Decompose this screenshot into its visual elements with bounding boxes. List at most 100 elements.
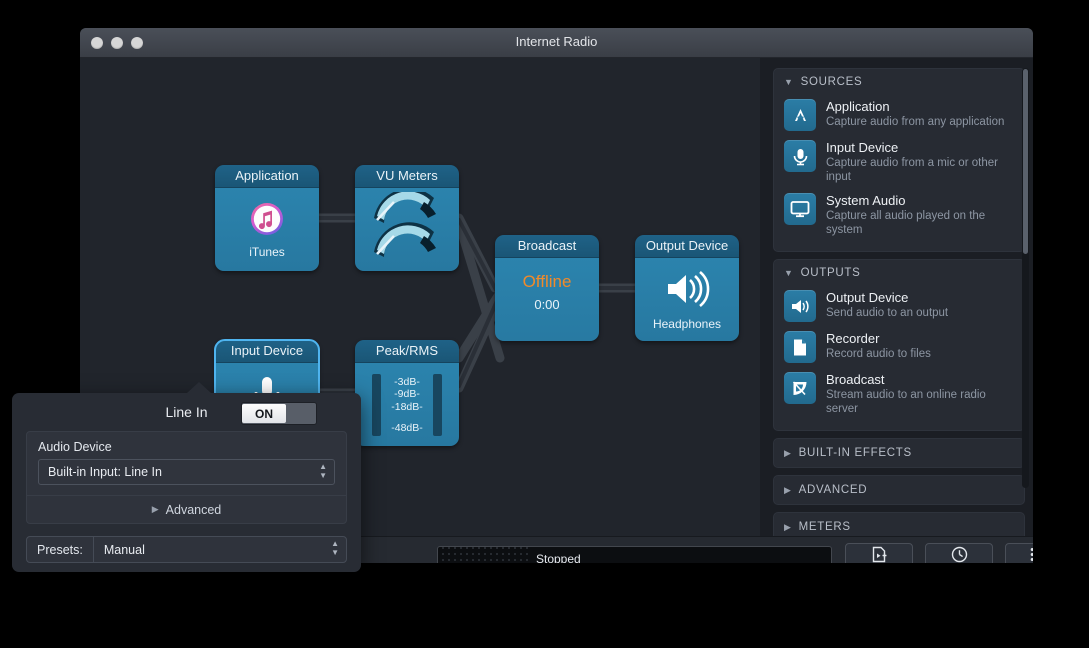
sidebar-section-sources-title: SOURCES	[800, 76, 863, 88]
sidebar-section-outputs: ▼ OUTPUTS Output Device Send audio to an…	[773, 259, 1025, 431]
sidebar-section-advanced-header[interactable]: ▶ ADVANCED	[774, 476, 1024, 504]
list-item-title: Broadcast	[826, 372, 885, 387]
presets-value: Manual	[103, 542, 145, 557]
sidebar-section-outputs-title: OUTPUTS	[800, 267, 861, 279]
recordings-button[interactable]: Recordings	[845, 543, 913, 563]
presets-row: Presets: Manual ▲ ▼	[26, 536, 347, 563]
list-item-title: Recorder	[826, 331, 880, 346]
list-item[interactable]: Output Device Send audio to an output	[784, 286, 1014, 327]
clock-icon	[951, 546, 968, 563]
recordings-icon	[871, 546, 888, 563]
sidebar-section-advanced[interactable]: ▶ ADVANCED	[773, 475, 1025, 505]
audio-device-label: Audio Device	[38, 440, 112, 454]
advanced-label: Advanced	[165, 502, 222, 517]
audio-device-select[interactable]: Built-in Input: Line In ▲ ▼	[38, 459, 335, 485]
node-input-device-title: Input Device	[215, 340, 319, 363]
broadcast-elapsed: 0:00	[534, 297, 560, 312]
vu-meter-icon	[368, 187, 446, 269]
node-peak-rms-title: Peak/RMS	[355, 340, 459, 363]
peak-rms-label-2: -18dB-	[391, 400, 423, 413]
line-in-popover: Line In ON Audio Device Built-in Input: …	[12, 382, 361, 572]
list-item-desc: Capture audio from a mic or other input	[826, 157, 998, 183]
hide-library-button[interactable]: Hide Library	[1005, 543, 1033, 563]
list-item-title: Output Device	[826, 290, 909, 305]
list-icon	[1030, 547, 1033, 563]
popover-arrow	[187, 382, 211, 393]
sidebar-section-built-in-effects-header[interactable]: ▶ BUILT-IN EFFECTS	[774, 439, 1024, 467]
peak-rms-label-1: -9dB-	[394, 388, 420, 400]
list-item[interactable]: Recorder Record audio to files	[784, 327, 1014, 368]
presets-select[interactable]: Manual ▲ ▼	[92, 537, 346, 562]
chevron-right-icon: ▶	[784, 521, 792, 532]
node-peak-rms[interactable]: Peak/RMS -3dB- -9dB- -18dB- -48dB-	[355, 340, 459, 446]
audio-device-card: Audio Device Built-in Input: Line In ▲ ▼ …	[26, 431, 347, 524]
chevron-down-icon: ▼	[784, 76, 794, 87]
audio-device-value: Built-in Input: Line In	[48, 465, 162, 479]
list-item-title: System Audio	[826, 193, 906, 208]
list-item-desc: Send audio to an output	[826, 307, 949, 319]
schedule-button[interactable]: Schedule	[925, 543, 993, 563]
display-icon	[784, 193, 816, 225]
peak-rms-scale: -3dB- -9dB- -18dB- -48dB-	[391, 376, 423, 435]
sidebar-section-sources-header[interactable]: ▼ SOURCES	[774, 69, 1024, 95]
chevron-right-icon: ▶	[784, 484, 792, 495]
toolbar-buttons: Recordings Schedule	[845, 543, 1033, 563]
broadcast-state: Offline	[522, 272, 572, 291]
list-item[interactable]: Broadcast Stream audio to an online radi…	[784, 368, 1014, 421]
node-broadcast-title: Broadcast	[495, 235, 599, 258]
chevron-right-icon: ▶	[784, 447, 792, 458]
sidebar-scrollbar[interactable]	[1022, 68, 1029, 488]
screen: Internet Radio Application iTunes VU Met…	[0, 0, 1089, 648]
list-item-desc: Record audio to files	[826, 348, 931, 360]
sidebar-section-sources-list: Application Capture audio from any appli…	[774, 95, 1024, 251]
node-application-value: iTunes	[249, 244, 285, 259]
node-application[interactable]: Application iTunes	[215, 165, 319, 271]
window-title: Internet Radio	[515, 34, 598, 49]
list-item-desc: Capture audio from any application	[826, 116, 1005, 128]
node-vu-meters-title: VU Meters	[355, 165, 459, 188]
sidebar-section-built-in-effects-title: BUILT-IN EFFECTS	[798, 447, 912, 459]
list-item-title: Input Device	[826, 140, 899, 155]
window-titlebar: Internet Radio	[80, 28, 1033, 58]
sidebar-scrollbar-thumb[interactable]	[1023, 69, 1028, 254]
node-output-device[interactable]: Output Device Headphones	[635, 235, 739, 341]
chevron-down-icon: ▼	[784, 267, 794, 278]
peak-meter-bar-right	[433, 374, 442, 436]
popover-header: Line In ON	[12, 393, 361, 431]
sidebar-section-meters-title: METERS	[798, 521, 851, 533]
stepper-arrows-icon[interactable]: ▲ ▼	[319, 463, 327, 480]
presets-label: Presets:	[37, 542, 83, 557]
status-line-1: Stopped	[536, 551, 581, 564]
sidebar-section-sources: ▼ SOURCES Application Capture audio from…	[773, 68, 1025, 252]
list-item-title: Application	[826, 99, 890, 114]
document-icon	[784, 331, 816, 363]
speaker-icon	[784, 290, 816, 322]
list-item-desc: Stream audio to an online radio server	[826, 389, 986, 415]
library-sidebar: ▼ SOURCES Application Capture audio from…	[760, 58, 1033, 542]
peak-rms-label-0: -3dB-	[394, 375, 420, 388]
advanced-disclosure[interactable]: ▶ Advanced	[27, 495, 346, 523]
node-broadcast[interactable]: Broadcast Offline 0:00	[495, 235, 599, 341]
stepper-arrows-icon[interactable]: ▲ ▼	[331, 540, 339, 557]
sidebar-section-advanced-title: ADVANCED	[798, 484, 868, 496]
list-item[interactable]: Application Capture audio from any appli…	[784, 95, 1014, 136]
chevron-right-icon: ▶	[151, 504, 159, 514]
application-icon	[784, 99, 816, 131]
sidebar-section-outputs-header[interactable]: ▼ OUTPUTS	[774, 260, 1024, 286]
node-vu-meters[interactable]: VU Meters	[355, 165, 459, 271]
satellite-dish-icon	[784, 372, 816, 404]
status-display: Stopped iTunes + Line In to 2 outputs	[437, 546, 832, 563]
power-toggle[interactable]: ON	[241, 402, 317, 425]
list-item-desc: Capture all audio played on the system	[826, 210, 986, 236]
sidebar-section-built-in-effects[interactable]: ▶ BUILT-IN EFFECTS	[773, 438, 1025, 468]
list-item[interactable]: System Audio Capture all audio played on…	[784, 189, 1014, 242]
sidebar-section-outputs-list: Output Device Send audio to an output Re…	[774, 286, 1024, 430]
node-output-device-value: Headphones	[652, 316, 722, 331]
led-matrix-indicator	[438, 547, 528, 563]
peak-meter-bar-left	[372, 374, 381, 436]
list-item[interactable]: Input Device Capture audio from a mic or…	[784, 136, 1014, 189]
power-toggle-label: ON	[242, 404, 286, 423]
microphone-icon	[784, 140, 816, 172]
node-application-title: Application	[215, 165, 319, 188]
itunes-icon	[250, 202, 284, 241]
